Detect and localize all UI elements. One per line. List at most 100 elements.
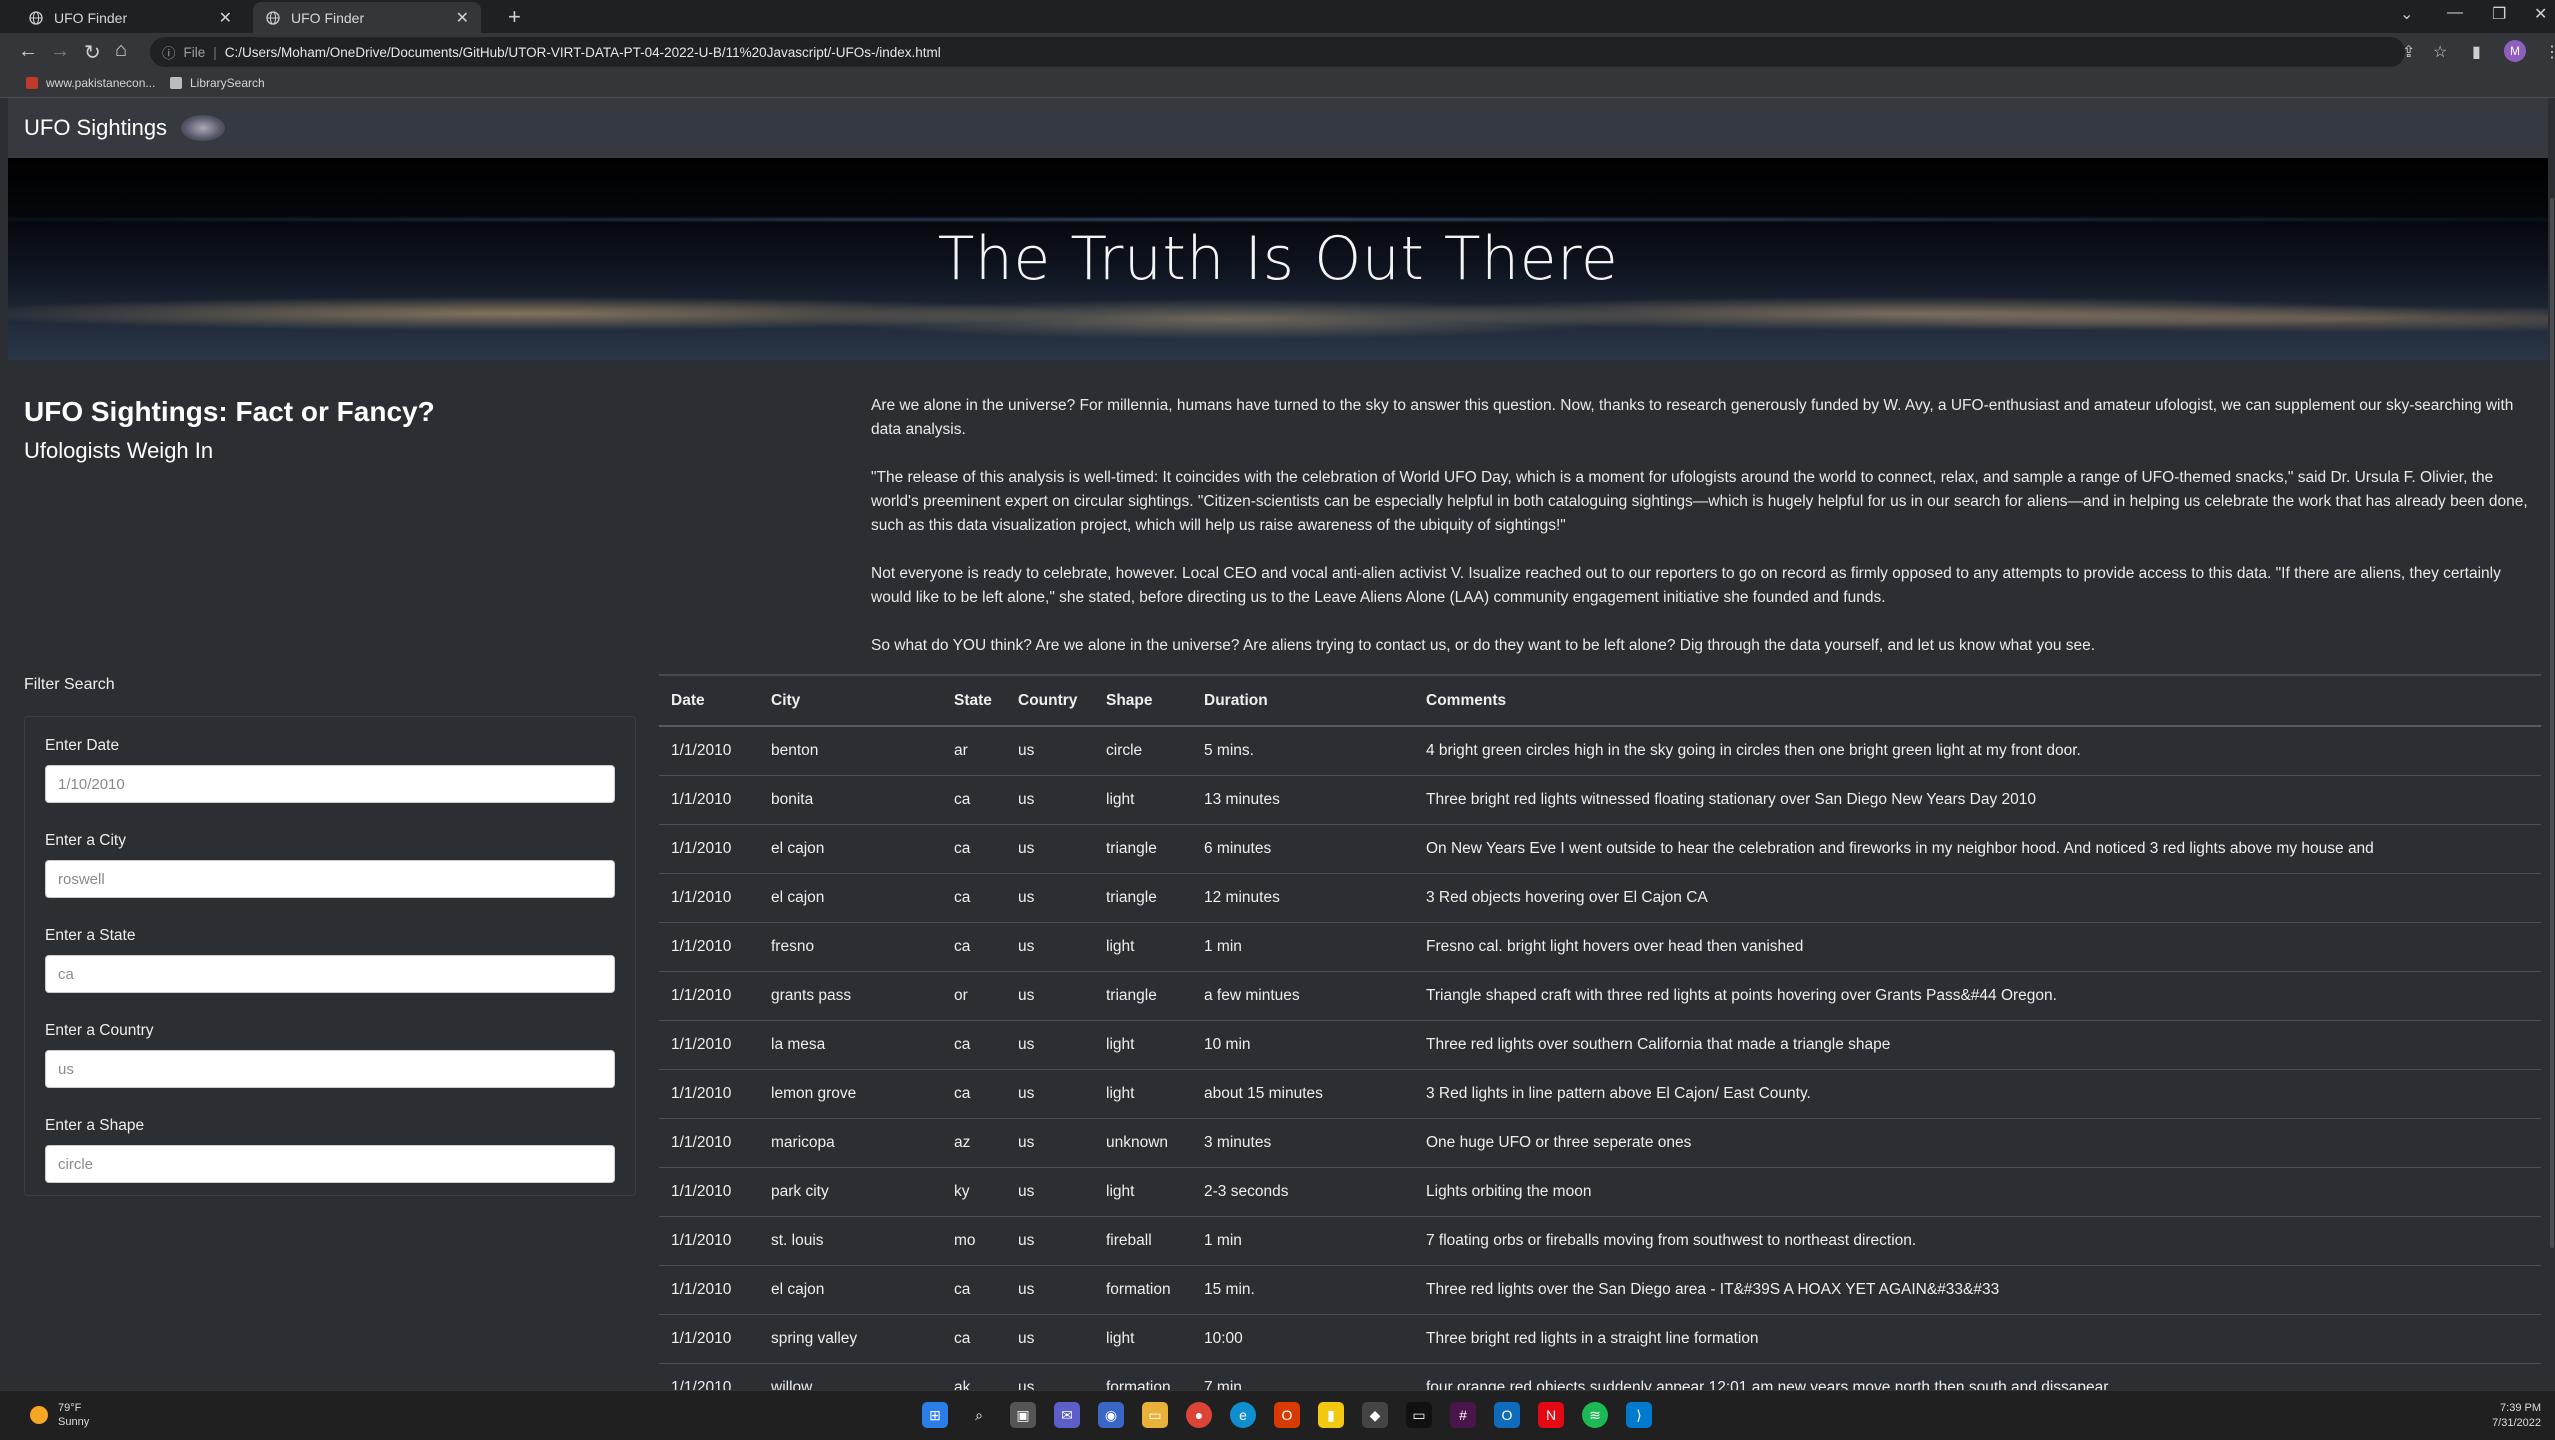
weather-widget[interactable]: 79°F Sunny bbox=[30, 1401, 89, 1429]
filter-label: Enter a Country bbox=[45, 1022, 154, 1039]
cell-shape: light bbox=[1094, 1019, 1192, 1069]
cell-comments: One huge UFO or three seperate ones bbox=[1414, 1117, 2541, 1167]
table-row: 1/1/2010 grants pass or us triangle a few min… bbox=[659, 970, 2541, 1020]
bookmark-star-icon[interactable]: ☆ bbox=[2433, 42, 2447, 62]
bookmark-label: LibrarySearch bbox=[190, 76, 265, 90]
minimize-icon[interactable]: — bbox=[2447, 4, 2463, 22]
cell-country: us bbox=[1006, 1166, 1094, 1216]
reload-icon[interactable]: ↻ bbox=[84, 40, 101, 65]
side-panel-icon[interactable]: ▮ bbox=[2472, 42, 2481, 62]
address-bar[interactable]: ⓘ File | C:/Users/Moham/OneDrive/Documen… bbox=[150, 37, 2405, 67]
cell-duration: 5 mins. bbox=[1192, 725, 1414, 775]
country-input[interactable] bbox=[45, 1050, 615, 1088]
file-explorer-icon[interactable]: ▭ bbox=[1142, 1402, 1168, 1428]
close-tab-icon[interactable]: ✕ bbox=[219, 8, 232, 28]
close-tab-icon[interactable]: ✕ bbox=[456, 8, 469, 28]
state-input[interactable] bbox=[45, 955, 615, 993]
cell-country: us bbox=[1006, 1362, 1094, 1390]
task-view-icon[interactable]: ▣ bbox=[1010, 1402, 1036, 1428]
terminal-icon[interactable]: ▭ bbox=[1406, 1402, 1432, 1428]
city-input[interactable] bbox=[45, 860, 615, 898]
browser-tab-active[interactable]: UFO Finder ✕ bbox=[253, 2, 481, 33]
forward-icon[interactable]: → bbox=[50, 40, 70, 63]
brand-link[interactable]: UFO Sightings bbox=[24, 115, 167, 141]
cell-city: bonita bbox=[759, 774, 942, 824]
edge-icon[interactable]: e bbox=[1230, 1402, 1256, 1428]
back-icon[interactable]: ← bbox=[18, 40, 38, 63]
web-page: UFO Sightings The Truth Is Out There UFO… bbox=[8, 98, 2548, 1390]
table-row: 1/1/2010 maricopa az us unknown 3 minutes One … bbox=[659, 1117, 2541, 1167]
ufo-table: Date City State Country Shape Duration C… bbox=[659, 676, 2541, 1390]
office-icon[interactable]: O bbox=[1274, 1402, 1300, 1428]
info-icon[interactable]: ⓘ bbox=[162, 42, 176, 62]
scrollbar-thumb[interactable] bbox=[2550, 198, 2554, 1248]
restore-icon[interactable]: ❐ bbox=[2492, 4, 2506, 24]
table-body: 1/1/2010 benton ar us circle 5 mins. 4 bright … bbox=[659, 725, 2541, 1390]
cell-comments: Fresno cal. bright light hovers over hea… bbox=[1414, 921, 2541, 971]
cell-comments: Three red lights over southern Californi… bbox=[1414, 1019, 2541, 1069]
share-icon[interactable]: ⇪ bbox=[2402, 42, 2415, 62]
cell-state: ca bbox=[942, 1068, 1006, 1118]
cell-date: 1/1/2010 bbox=[659, 921, 759, 971]
bookmark-item[interactable]: LibrarySearch bbox=[170, 76, 265, 90]
cell-city: lemon grove bbox=[759, 1068, 942, 1118]
git-icon[interactable]: ◆ bbox=[1362, 1402, 1388, 1428]
scheme-label: File bbox=[183, 44, 206, 60]
clock-date: 7/31/2022 bbox=[2492, 1417, 2541, 1429]
cell-date: 1/1/2010 bbox=[659, 823, 759, 873]
tab-title: UFO Finder bbox=[291, 9, 365, 26]
spotify-icon[interactable]: ≋ bbox=[1582, 1402, 1608, 1428]
chat-icon[interactable]: ✉ bbox=[1054, 1402, 1080, 1428]
bookmark-item[interactable]: www.pakistanecon... bbox=[26, 76, 155, 90]
filter-city-group: Enter a City bbox=[45, 832, 615, 898]
close-window-icon[interactable]: ✕ bbox=[2534, 4, 2547, 24]
shape-input[interactable] bbox=[45, 1145, 615, 1183]
windows-start-icon[interactable]: ⊞ bbox=[922, 1402, 948, 1428]
chrome-icon[interactable]: ● bbox=[1186, 1402, 1212, 1428]
cell-state: ca bbox=[942, 872, 1006, 922]
search-icon[interactable]: ⌕ bbox=[966, 1402, 992, 1428]
table-row: 1/1/2010 lemon grove ca us light about 15 min… bbox=[659, 1068, 2541, 1118]
table-row: 1/1/2010 la mesa ca us light 10 min Three red … bbox=[659, 1019, 2541, 1069]
system-clock[interactable]: 7:39 PM 7/31/2022 bbox=[2492, 1401, 2541, 1431]
netflix-icon[interactable]: N bbox=[1538, 1402, 1564, 1428]
cell-country: us bbox=[1006, 970, 1094, 1020]
cell-duration: 1 min bbox=[1192, 1215, 1414, 1265]
filter-shape-group: Enter a Shape bbox=[45, 1117, 615, 1183]
cell-shape: triangle bbox=[1094, 970, 1192, 1020]
cell-date: 1/1/2010 bbox=[659, 725, 759, 775]
cell-date: 1/1/2010 bbox=[659, 872, 759, 922]
menu-icon[interactable]: ⋮ bbox=[2544, 42, 2555, 62]
home-icon[interactable]: ⌂ bbox=[115, 39, 127, 62]
cell-duration: a few mintues bbox=[1192, 970, 1414, 1020]
library-icon bbox=[170, 77, 182, 89]
date-input[interactable] bbox=[45, 765, 615, 803]
tab-search-icon[interactable]: ⌄ bbox=[2400, 4, 2413, 24]
cell-duration: 2-3 seconds bbox=[1192, 1166, 1414, 1216]
new-tab-icon[interactable]: + bbox=[508, 4, 521, 30]
cell-country: us bbox=[1006, 1264, 1094, 1314]
cell-state: or bbox=[942, 970, 1006, 1020]
cell-city: el cajon bbox=[759, 872, 942, 922]
profile-avatar[interactable]: M bbox=[2504, 40, 2526, 62]
cell-country: us bbox=[1006, 872, 1094, 922]
cell-state: az bbox=[942, 1117, 1006, 1167]
vscode-icon[interactable]: ⟩ bbox=[1626, 1402, 1652, 1428]
cell-city: spring valley bbox=[759, 1313, 942, 1363]
cell-comments: Three red lights over the San Diego area… bbox=[1414, 1264, 2541, 1314]
outlook-icon[interactable]: O bbox=[1494, 1402, 1520, 1428]
cell-duration: 10:00 bbox=[1192, 1313, 1414, 1363]
cell-state: ky bbox=[942, 1166, 1006, 1216]
cell-comments: four orange red objects suddenly appear … bbox=[1414, 1362, 2541, 1390]
cell-comments: Three bright red lights in a straight li… bbox=[1414, 1313, 2541, 1363]
intro-heading-block: UFO Sightings: Fact or Fancy? Ufologists… bbox=[24, 396, 435, 464]
cell-comments: 7 floating orbs or fireballs moving from… bbox=[1414, 1215, 2541, 1265]
cell-shape: fireball bbox=[1094, 1215, 1192, 1265]
browser-tab[interactable]: UFO Finder ✕ bbox=[16, 2, 244, 33]
power-bi-icon[interactable]: ▮ bbox=[1318, 1402, 1344, 1428]
zoom-icon[interactable]: ◉ bbox=[1098, 1402, 1124, 1428]
slack-icon[interactable]: # bbox=[1450, 1402, 1476, 1428]
page-scrollbar[interactable] bbox=[2549, 98, 2555, 1390]
cell-state: ca bbox=[942, 1264, 1006, 1314]
cell-shape: light bbox=[1094, 1166, 1192, 1216]
